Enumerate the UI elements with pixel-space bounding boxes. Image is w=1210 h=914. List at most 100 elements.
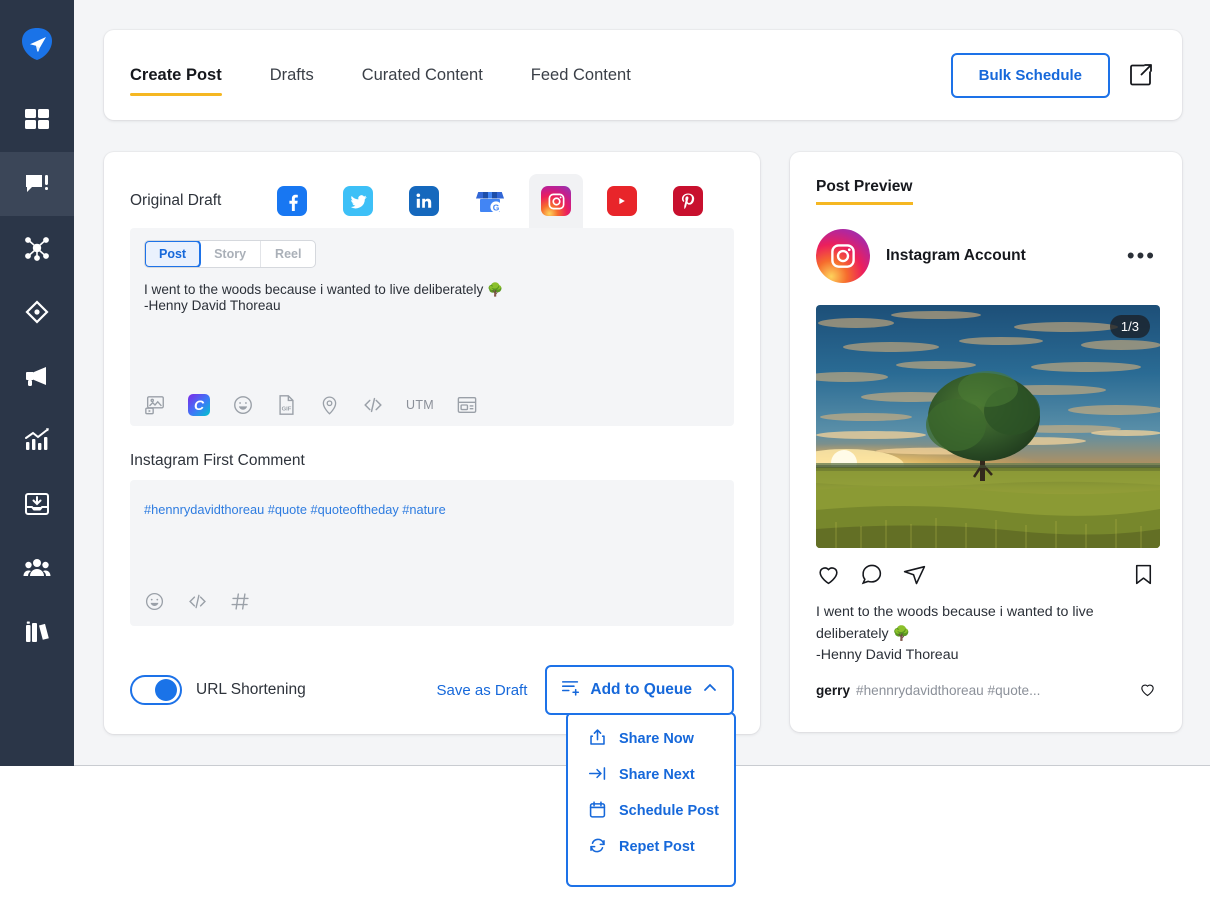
- url-shortening-group: URL Shortening: [130, 675, 306, 705]
- sidebar-item-team[interactable]: [0, 536, 74, 600]
- post-type-post[interactable]: Post: [144, 240, 201, 268]
- sidebar-item-library[interactable]: [0, 600, 74, 664]
- menu-label: Repet Post: [619, 839, 695, 855]
- sidebar-item-dashboard[interactable]: [0, 88, 74, 152]
- original-draft-label: Original Draft: [130, 192, 221, 210]
- sidebar-item-engage[interactable]: [0, 216, 74, 280]
- network-twitter[interactable]: [331, 174, 385, 228]
- menu-item-repeat-post[interactable]: Repet Post: [588, 836, 734, 858]
- preview-title: Post Preview: [816, 178, 913, 205]
- template-card-icon[interactable]: [456, 394, 478, 416]
- share-paperplane-icon[interactable]: [902, 562, 927, 592]
- heart-icon[interactable]: [1139, 681, 1156, 701]
- compose-textarea[interactable]: I went to the woods because i wanted to …: [144, 282, 720, 314]
- preview-first-comment: gerry #hennrydavidthoreau #quote...: [816, 681, 1156, 701]
- media-counter: 1/3: [1110, 315, 1150, 338]
- code-icon[interactable]: [187, 590, 208, 612]
- emoji-icon[interactable]: [144, 590, 165, 612]
- compose-line-2: -Henny David Thoreau: [144, 298, 281, 313]
- location-pin-icon[interactable]: [319, 394, 340, 416]
- google-my-business-icon: G: [475, 186, 505, 216]
- tab-create-post[interactable]: Create Post: [130, 30, 222, 120]
- media-image-icon[interactable]: [144, 394, 166, 416]
- like-heart-icon[interactable]: [816, 562, 841, 592]
- account-name: Instagram Account: [886, 247, 1026, 265]
- library-books-icon: [23, 618, 51, 646]
- tab-label: Curated Content: [362, 66, 483, 85]
- first-comment-label: Instagram First Comment: [130, 452, 734, 470]
- network-instagram[interactable]: [529, 174, 583, 228]
- post-type-story[interactable]: Story: [200, 241, 261, 267]
- emoji-icon[interactable]: [232, 394, 254, 416]
- network-selector-row: Original Draft: [104, 174, 760, 228]
- menu-item-schedule-post[interactable]: Schedule Post: [588, 800, 734, 822]
- team-people-icon: [23, 554, 51, 582]
- engage-network-icon: [23, 234, 51, 262]
- sidebar-item-publish[interactable]: [0, 152, 74, 216]
- caption-line-2: -Henny David Thoreau: [816, 647, 958, 663]
- bulk-schedule-button[interactable]: Bulk Schedule: [951, 53, 1110, 98]
- svg-text:GIF: GIF: [282, 407, 292, 413]
- youtube-icon: [607, 186, 637, 216]
- first-comment-text: #hennrydavidthoreau #quote #quoteoftheda…: [144, 502, 720, 517]
- tab-feed-content[interactable]: Feed Content: [531, 30, 631, 120]
- comment-username: gerry: [816, 683, 850, 698]
- code-icon[interactable]: [362, 394, 384, 416]
- tab-drafts[interactable]: Drafts: [270, 30, 314, 120]
- sidebar-item-listening[interactable]: [0, 280, 74, 344]
- footer-actions: Save as Draft Add to Queue: [437, 665, 734, 715]
- twitter-icon: [343, 186, 373, 216]
- chevron-up-icon: [702, 680, 718, 701]
- more-options-icon[interactable]: •••: [1127, 252, 1156, 260]
- hashtag-icon[interactable]: [230, 590, 251, 612]
- expand-editor-icon[interactable]: [1128, 62, 1154, 88]
- dashboard-grid-icon: [23, 106, 51, 134]
- canva-letter: C: [188, 394, 210, 416]
- canva-icon[interactable]: C: [188, 394, 210, 416]
- url-shortening-toggle[interactable]: [130, 675, 182, 705]
- pinterest-icon: [673, 186, 703, 216]
- comment-bubble-icon[interactable]: [859, 562, 884, 592]
- network-youtube[interactable]: [595, 174, 649, 228]
- menu-item-share-next[interactable]: Share Next: [588, 764, 734, 786]
- preview-caption: I went to the woods because i wanted to …: [816, 602, 1156, 667]
- sidebar-item-analytics[interactable]: [0, 408, 74, 472]
- post-type-selector: Post Story Reel: [144, 240, 316, 268]
- inbox-tray-icon: [23, 490, 51, 518]
- tab-curated-content[interactable]: Curated Content: [362, 30, 483, 120]
- share-upload-icon: [588, 728, 607, 751]
- add-to-queue-label: Add to Queue: [590, 681, 692, 699]
- network-google-my-business[interactable]: G: [463, 174, 517, 228]
- sidebar-item-inbox[interactable]: [0, 472, 74, 536]
- top-bar-actions: Bulk Schedule: [951, 53, 1182, 98]
- sidebar-item-advocacy[interactable]: [0, 344, 74, 408]
- compose-area: Post Story Reel I went to the woods beca…: [130, 228, 734, 426]
- analytics-chart-icon: [23, 426, 51, 454]
- save-as-draft-button[interactable]: Save as Draft: [437, 682, 528, 699]
- compose-toolbar: C GIF: [144, 394, 478, 416]
- svg-text:G: G: [493, 202, 500, 212]
- gif-icon[interactable]: GIF: [276, 394, 297, 416]
- instagram-icon: [541, 186, 571, 216]
- post-type-reel[interactable]: Reel: [261, 241, 315, 267]
- main-sidebar: [0, 0, 74, 766]
- linkedin-icon: [409, 186, 439, 216]
- post-preview-card: Post Preview Instagram Account •••: [790, 152, 1182, 732]
- add-to-queue-button[interactable]: Add to Queue: [545, 665, 734, 715]
- bookmark-icon[interactable]: [1131, 562, 1156, 592]
- preview-account-row: Instagram Account •••: [816, 229, 1156, 283]
- utm-icon[interactable]: UTM: [406, 394, 434, 416]
- calendar-icon: [588, 800, 607, 823]
- network-icon-list: G: [265, 174, 715, 228]
- network-facebook[interactable]: [265, 174, 319, 228]
- facebook-icon: [277, 186, 307, 216]
- network-linkedin[interactable]: [397, 174, 451, 228]
- tab-label: Drafts: [270, 66, 314, 85]
- menu-item-share-now[interactable]: Share Now: [588, 728, 734, 750]
- preview-media[interactable]: 1/3: [816, 305, 1160, 548]
- network-pinterest[interactable]: [661, 174, 715, 228]
- first-comment-box[interactable]: #hennrydavidthoreau #quote #quoteoftheda…: [130, 480, 734, 626]
- top-tab-bar: Create Post Drafts Curated Content Feed …: [104, 30, 1182, 120]
- app-logo[interactable]: [0, 0, 74, 88]
- megaphone-icon: [23, 362, 51, 390]
